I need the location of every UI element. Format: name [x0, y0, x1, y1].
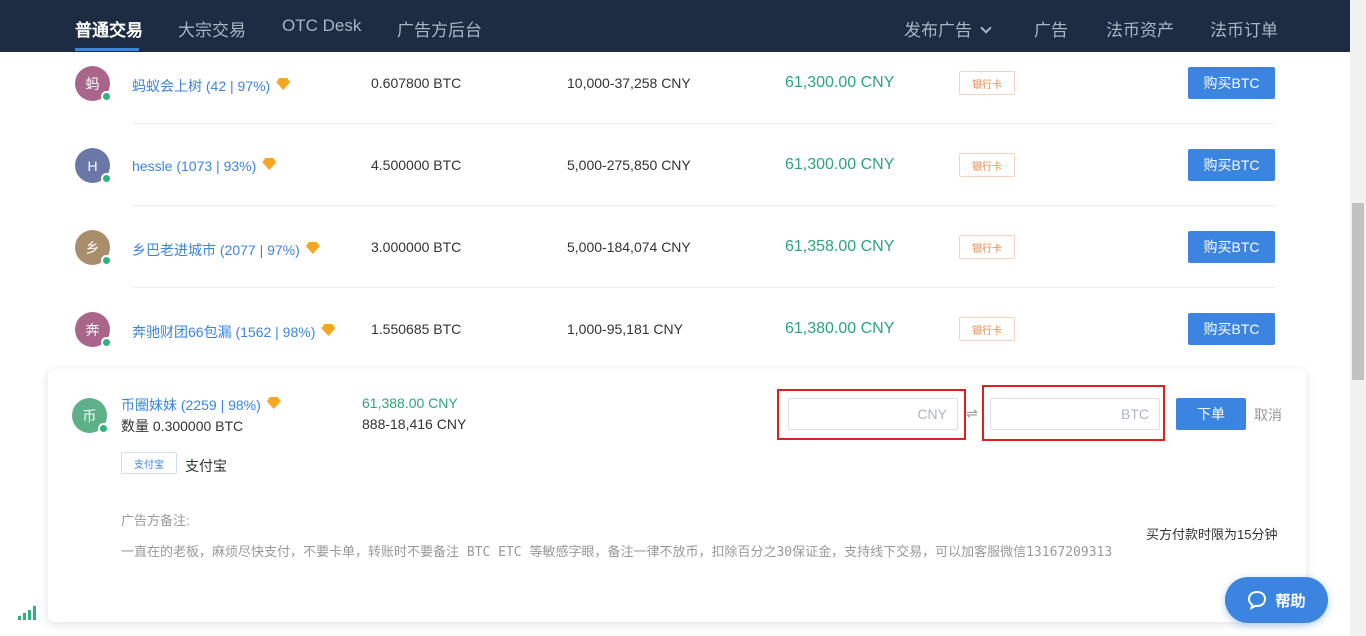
listing-row: 蚂 蚂蚁会上树 (42 | 97%) 0.607800 BTC 10,000-3… — [0, 42, 1350, 124]
avatar[interactable]: 奔 — [75, 312, 112, 348]
limit: 1,000-95,181 CNY — [567, 321, 683, 337]
publish-ad-dropdown[interactable]: 发布广告 — [904, 16, 992, 41]
swap-icon: ⇌ — [966, 405, 978, 421]
nav-fiat-assets[interactable]: 法币资产 — [1106, 16, 1174, 41]
online-indicator — [101, 255, 112, 266]
help-button[interactable]: 帮助 — [1225, 577, 1328, 623]
quantity: 数量 0.300000 BTC — [121, 418, 244, 434]
avatar[interactable]: H — [75, 148, 112, 184]
buy-btc-button[interactable]: 购买BTC — [1188, 313, 1275, 345]
amount: 4.500000 BTC — [371, 157, 462, 173]
online-indicator — [101, 173, 112, 184]
diamond-icon — [262, 158, 277, 170]
nav-bulk-trade[interactable]: 大宗交易 — [178, 16, 246, 41]
diamond-icon — [321, 324, 336, 336]
amount: 3.000000 BTC — [371, 239, 462, 255]
diamond-icon — [305, 242, 320, 254]
online-indicator — [98, 423, 109, 434]
listing-row: 奔 奔驰财团66包漏 (1562 | 98%) 1.550685 BTC 1,0… — [0, 288, 1350, 370]
publish-ad-label: 发布广告 — [904, 21, 972, 40]
buy-btc-button[interactable]: 购买BTC — [1188, 67, 1275, 99]
remark-label: 广告方备注: — [121, 513, 190, 528]
payment-method-label: 支付宝 — [185, 458, 227, 474]
seller-link[interactable]: 乡巴老进城市 (2077 | 97%) — [132, 240, 320, 260]
limit: 5,000-184,074 CNY — [567, 239, 691, 255]
buy-btc-button[interactable]: 购买BTC — [1188, 149, 1275, 181]
price: 61,300.00 CNY — [785, 74, 895, 91]
btc-amount-input[interactable] — [990, 398, 1160, 430]
price: 61,358.00 CNY — [785, 238, 895, 255]
seller-link[interactable]: 蚂蚁会上树 (42 | 97%) — [132, 76, 291, 96]
seller-link[interactable]: 奔驰财团66包漏 (1562 | 98%) — [132, 322, 336, 342]
avatar[interactable]: 蚂 — [75, 66, 112, 102]
payment-time-limit: 买方付款时限为15分钟 — [1146, 527, 1278, 542]
buy-btc-button[interactable]: 购买BTC — [1188, 231, 1275, 263]
limit: 888-18,416 CNY — [362, 416, 467, 432]
nav-regular-trade[interactable]: 普通交易 — [75, 16, 143, 41]
alipay-badge: 支付宝 — [121, 452, 177, 474]
cny-amount-input[interactable] — [788, 398, 958, 430]
nav-ads[interactable]: 广告 — [1034, 16, 1068, 41]
chevron-down-icon — [980, 22, 992, 34]
seller-link[interactable]: hessle (1073 | 93%) — [132, 158, 277, 174]
place-order-button[interactable]: 下单 — [1176, 398, 1246, 430]
online-indicator — [101, 337, 112, 348]
amount: 1.550685 BTC — [371, 321, 462, 337]
help-label: 帮助 — [1275, 592, 1306, 610]
price: 61,388.00 CNY — [362, 395, 458, 411]
listing-row: H hessle (1073 | 93%) 4.500000 BTC 5,000… — [0, 124, 1350, 206]
limit: 5,000-275,850 CNY — [567, 157, 691, 173]
payment-badge: 银行卡 — [959, 153, 1015, 177]
seller-link[interactable]: 币圈妹妹 (2259 | 98%) — [121, 395, 281, 415]
limit: 10,000-37,258 CNY — [567, 75, 691, 91]
diamond-icon — [276, 78, 291, 90]
listing-row: 乡 乡巴老进城市 (2077 | 97%) 3.000000 BTC 5,000… — [0, 206, 1350, 288]
price: 61,380.00 CNY — [785, 320, 895, 337]
scrollbar-thumb[interactable] — [1352, 203, 1364, 380]
price: 61,300.00 CNY — [785, 156, 895, 173]
payment-badge: 银行卡 — [959, 235, 1015, 259]
nav-fiat-orders[interactable]: 法币订单 — [1210, 16, 1278, 41]
chat-bubble-icon — [1248, 590, 1267, 610]
diamond-icon — [266, 397, 281, 409]
online-indicator — [101, 91, 112, 102]
order-panel: 币 币圈妹妹 (2259 | 98%) 数量 0.300000 BTC 61,3… — [48, 369, 1306, 622]
amount: 0.607800 BTC — [371, 75, 462, 91]
avatar[interactable]: 币 — [72, 398, 109, 434]
cancel-button[interactable]: 取消 — [1254, 405, 1282, 425]
nav-otc-desk[interactable]: OTC Desk — [282, 16, 361, 36]
payment-badge: 银行卡 — [959, 317, 1015, 341]
nav-advertiser-backend[interactable]: 广告方后台 — [397, 16, 482, 41]
remark-text: 一直在的老板，麻烦尽快支付，不要卡单，转账时不要备注 BTC ETC 等敏感字眼… — [121, 545, 1113, 560]
payment-badge: 银行卡 — [959, 71, 1015, 95]
signal-icon — [18, 606, 38, 620]
avatar[interactable]: 乡 — [75, 230, 112, 266]
